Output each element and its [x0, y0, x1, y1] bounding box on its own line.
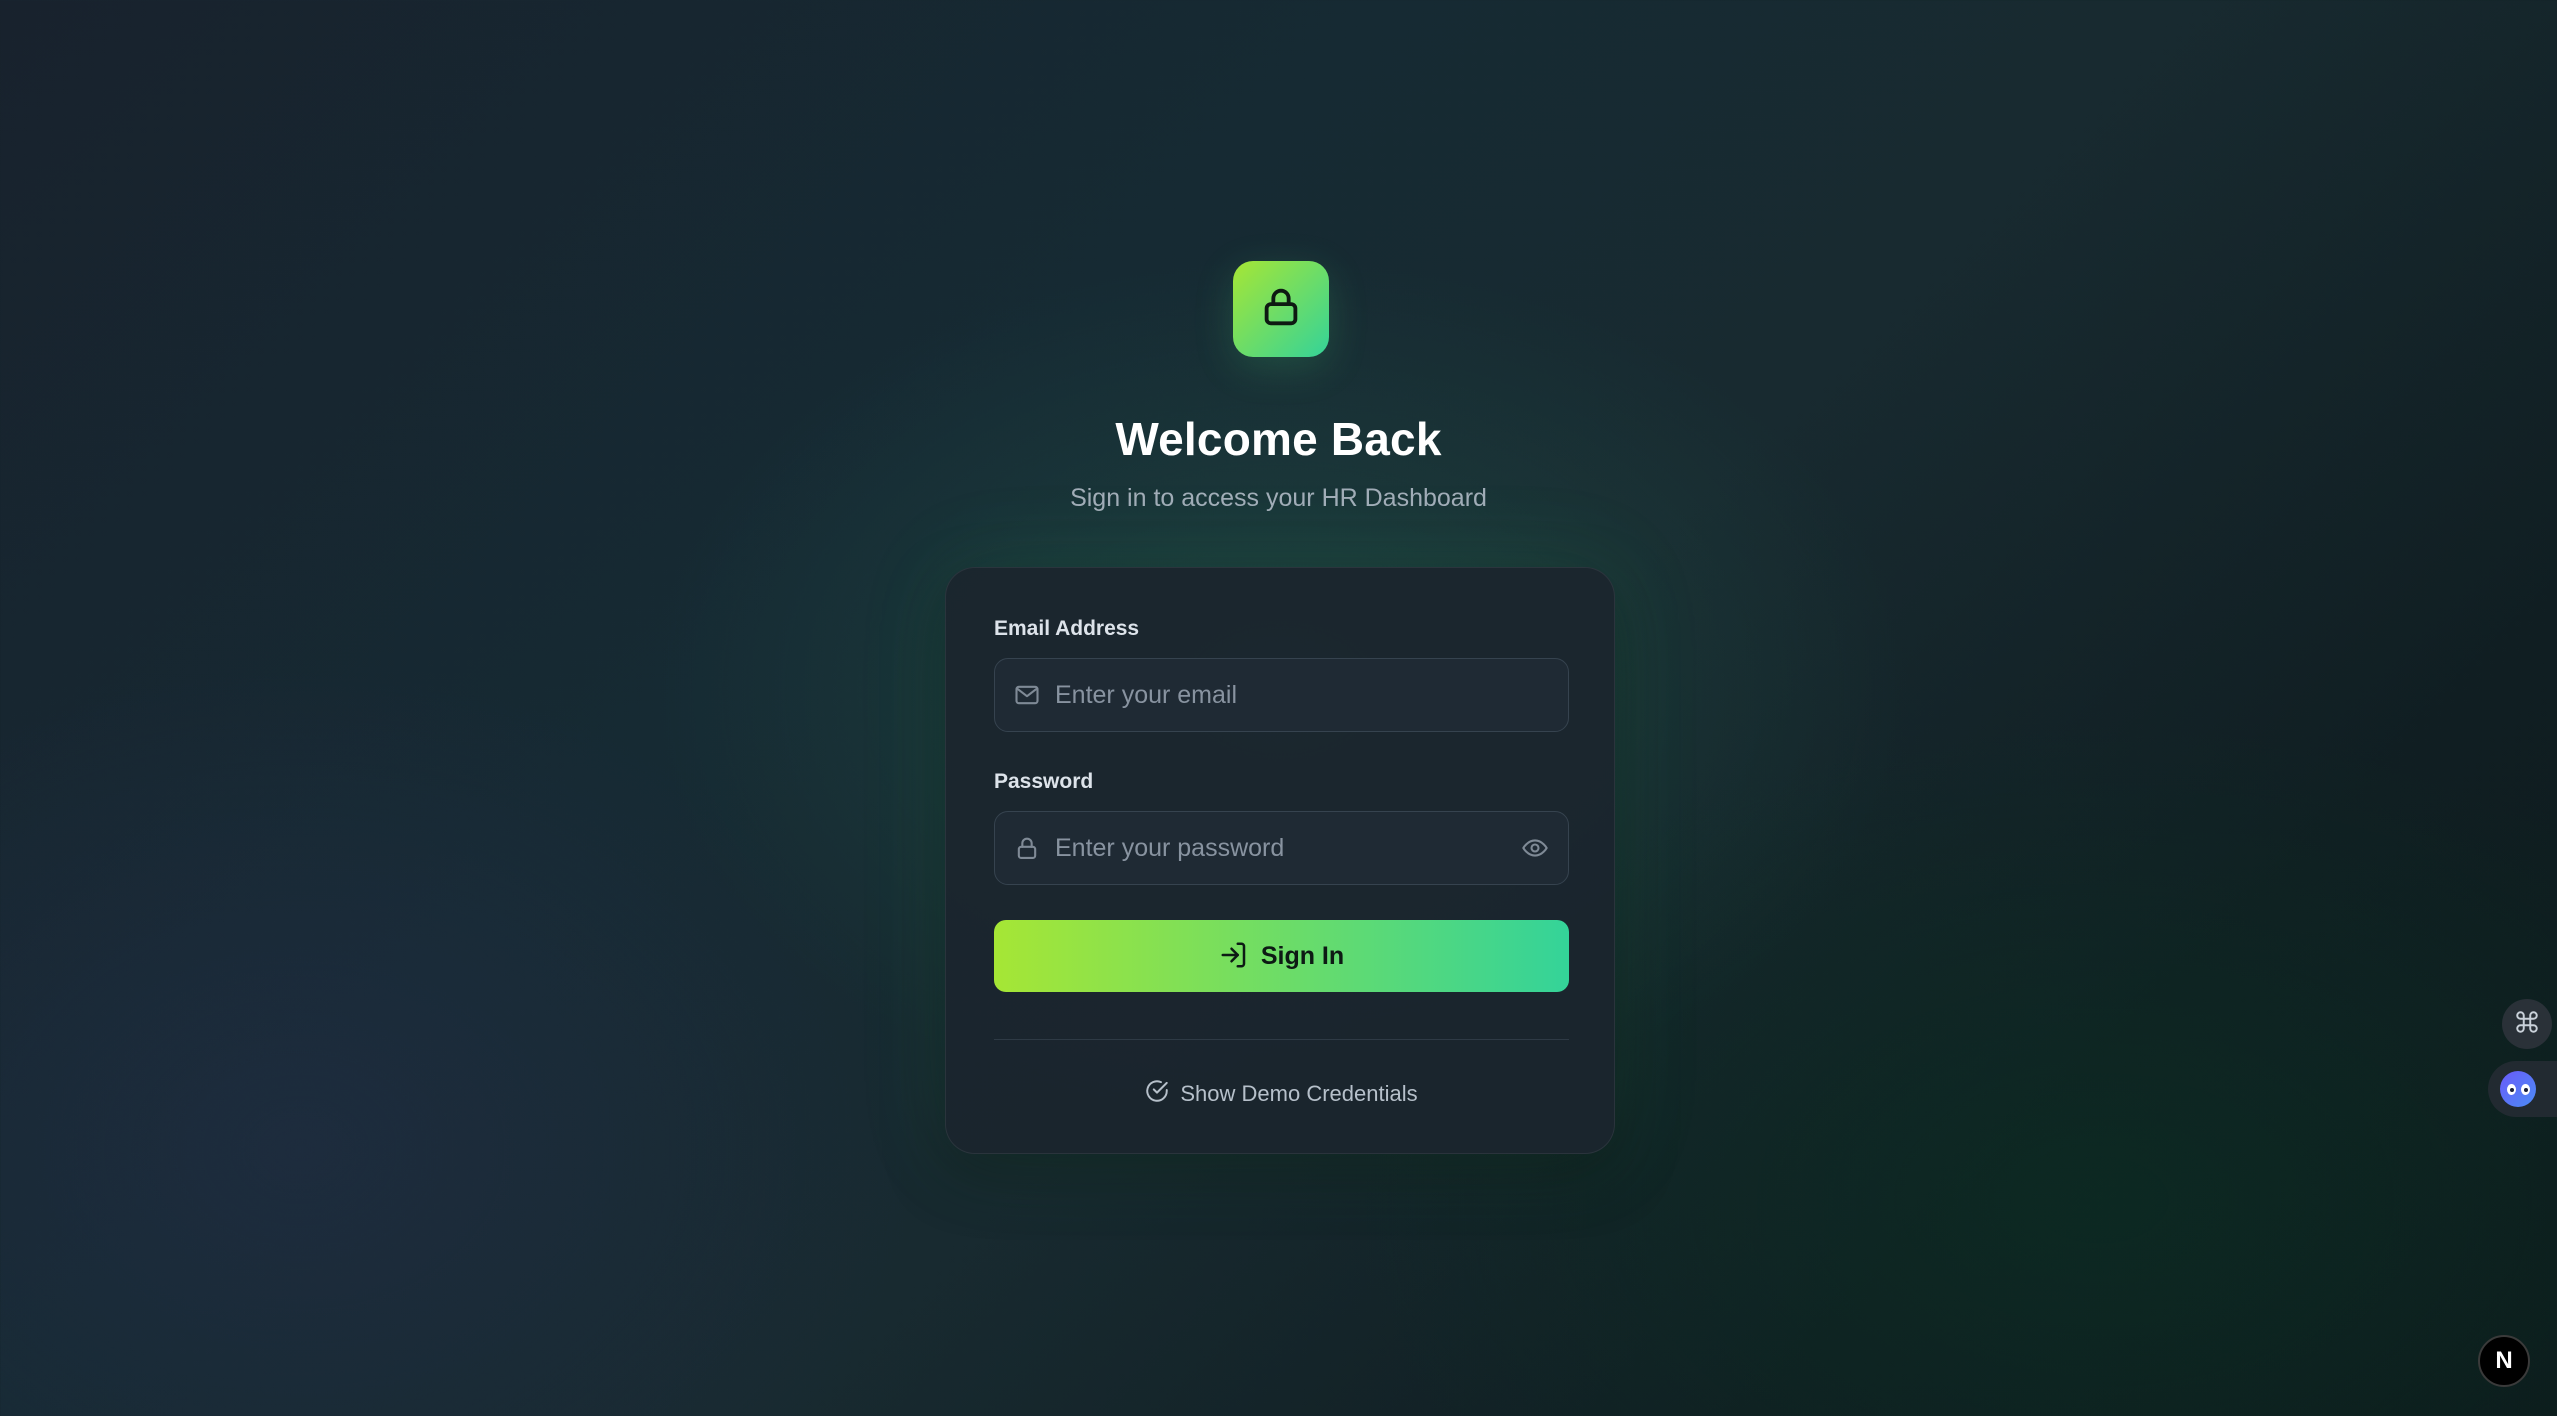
page-title: Welcome Back	[1115, 413, 1442, 465]
lock-icon	[1258, 284, 1304, 335]
email-input[interactable]	[1055, 680, 1568, 710]
framework-badge-label: N	[2495, 1347, 2513, 1374]
command-menu-button[interactable]	[2502, 999, 2552, 1049]
login-page: Welcome Back Sign in to access your HR D…	[0, 0, 2557, 1416]
password-input[interactable]	[1055, 833, 1518, 863]
login-card: Email Address Password	[945, 567, 1615, 1154]
show-demo-credentials-button[interactable]: Show Demo Credentials	[946, 1078, 1616, 1110]
show-demo-credentials-label: Show Demo Credentials	[1180, 1081, 1418, 1106]
sign-in-button[interactable]: Sign In	[994, 920, 1569, 992]
page-subtitle: Sign in to access your HR Dashboard	[1070, 484, 1487, 512]
lock-icon	[1011, 832, 1043, 864]
divider	[994, 1039, 1569, 1040]
mail-icon	[1011, 679, 1043, 711]
email-field-wrapper[interactable]	[994, 658, 1569, 732]
password-field-wrapper[interactable]	[994, 811, 1569, 885]
check-circle-icon	[1144, 1078, 1170, 1110]
assistant-face-icon	[2500, 1071, 2536, 1107]
sign-in-label: Sign In	[1260, 941, 1345, 970]
email-label: Email Address	[994, 617, 1140, 640]
command-icon	[2514, 1009, 2540, 1040]
assistant-launcher[interactable]	[2488, 1061, 2557, 1117]
eye-icon[interactable]	[1518, 831, 1552, 865]
app-logo	[1233, 261, 1329, 357]
framework-badge[interactable]: N	[2478, 1335, 2530, 1387]
login-icon	[1219, 940, 1249, 973]
password-label: Password	[994, 770, 1094, 793]
